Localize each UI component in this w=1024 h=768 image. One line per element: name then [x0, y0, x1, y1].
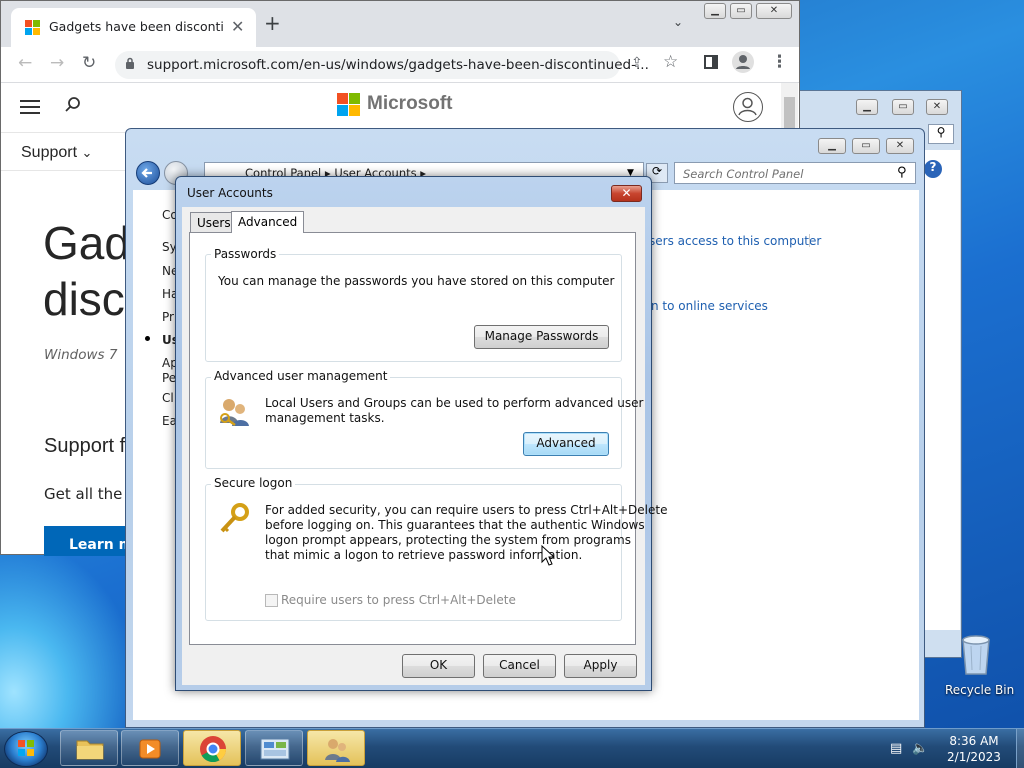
- bookmark-star-icon[interactable]: ☆: [663, 54, 678, 71]
- clock-time: 8:36 AM: [949, 734, 999, 748]
- tab-advanced[interactable]: Advanced: [231, 211, 305, 233]
- taskbar-user-accounts-button[interactable]: [307, 730, 365, 766]
- minimize-button[interactable]: ▁: [704, 3, 726, 19]
- secure-logon-line-3: logon prompt appears, protecting the sys…: [265, 533, 631, 547]
- site-search-icon[interactable]: [64, 96, 82, 117]
- passwords-description: You can manage the passwords you have st…: [218, 274, 615, 288]
- section-heading: Support f: [44, 435, 126, 457]
- maximize-button[interactable]: ▭: [892, 99, 914, 115]
- taskbar-explorer-button[interactable]: [60, 730, 118, 766]
- close-button[interactable]: ✕: [756, 3, 792, 19]
- start-button[interactable]: [4, 731, 48, 767]
- taskbar-control-panel-button[interactable]: [245, 730, 303, 766]
- page-title-line-1: Gad: [43, 217, 130, 269]
- profile-icon[interactable]: [732, 51, 754, 73]
- product-label: Windows 7: [44, 347, 118, 363]
- search-placeholder: Search Control Panel: [683, 167, 804, 181]
- online-services-link[interactable]: n to online services: [651, 299, 768, 313]
- sidebar-item[interactable]: Pr: [162, 310, 174, 324]
- support-label: Support: [21, 144, 78, 161]
- reload-icon[interactable]: ↻: [82, 55, 96, 72]
- divider: [809, 234, 810, 247]
- advanced-mgmt-description-line-2: management tasks.: [265, 411, 385, 425]
- manage-passwords-button[interactable]: Manage Passwords: [474, 325, 609, 349]
- user-accounts-link[interactable]: sers access to this computer: [649, 234, 821, 248]
- clock-date: 2/1/2023: [947, 750, 1001, 764]
- key-icon: [217, 502, 251, 536]
- microsoft-logo-icon[interactable]: [337, 93, 361, 117]
- close-button[interactable]: ✕: [926, 99, 948, 115]
- search-input[interactable]: Search Control Panel ⚲: [674, 162, 916, 184]
- search-icon[interactable]: ⚲: [897, 165, 907, 180]
- wallpaper-swoosh: [0, 540, 140, 730]
- share-icon[interactable]: ⇪: [631, 55, 643, 72]
- passwords-group-label: Passwords: [211, 247, 280, 261]
- sidebar-item[interactable]: Cl: [162, 391, 174, 405]
- chevron-down-icon: ⌄: [81, 145, 93, 160]
- back-arrow-icon[interactable]: [136, 161, 160, 185]
- dialog-close-button[interactable]: ✕: [611, 185, 642, 202]
- current-item-bullet: [145, 336, 150, 341]
- tab-close-icon[interactable]: ✕: [231, 17, 244, 36]
- back-icon[interactable]: ←: [18, 55, 32, 72]
- maximize-button[interactable]: ▭: [730, 3, 752, 19]
- page-title-line-2: disc: [43, 273, 125, 325]
- recycle-bin-label[interactable]: Recycle Bin: [945, 683, 1014, 697]
- search-icon[interactable]: ⚲: [928, 124, 954, 144]
- support-menu[interactable]: Support ⌄: [21, 144, 92, 162]
- users-group-icon: [217, 396, 251, 428]
- minimize-button[interactable]: ▁: [818, 138, 846, 154]
- tab-title: Gadgets have been discontinued: [49, 19, 224, 34]
- apply-button[interactable]: Apply: [564, 654, 637, 678]
- secure-logon-group-label: Secure logon: [211, 476, 296, 490]
- cancel-button[interactable]: Cancel: [483, 654, 556, 678]
- url-text: support.microsoft.com/en-us/windows/gadg…: [147, 57, 649, 73]
- side-panel-icon[interactable]: [704, 55, 718, 69]
- ok-button[interactable]: OK: [402, 654, 475, 678]
- secure-logon-line-1: For added security, you can require user…: [265, 503, 668, 517]
- section-paragraph: Get all the f: [44, 485, 133, 503]
- brand-name[interactable]: Microsoft: [367, 93, 453, 115]
- taskbar-media-player-button[interactable]: [121, 730, 179, 766]
- menu-kebab-icon[interactable]: ⋮: [771, 54, 788, 71]
- secure-logon-line-4: that mimic a logon to retrieve password …: [265, 548, 583, 562]
- site-header: Microsoft: [1, 83, 799, 133]
- dialog-title: User Accounts: [187, 186, 273, 200]
- advanced-mgmt-description-line-1: Local Users and Groups can be used to pe…: [265, 396, 644, 410]
- page-title: Gad disc: [43, 215, 130, 327]
- minimize-button[interactable]: ▁: [856, 99, 878, 115]
- tab-search-icon[interactable]: ⌄: [673, 15, 683, 29]
- close-button[interactable]: ✕: [886, 138, 914, 154]
- recycle-bin-icon[interactable]: [958, 632, 994, 676]
- help-icon[interactable]: ?: [924, 160, 942, 178]
- maximize-button[interactable]: ▭: [852, 138, 880, 154]
- show-desktop-button[interactable]: [1016, 729, 1024, 768]
- mouse-cursor-icon: [541, 544, 556, 569]
- tab-strip: Gadgets have been discontinued ✕ + ⌄ ▁ ▭…: [1, 1, 799, 47]
- advanced-mgmt-group-label: Advanced user management: [211, 369, 391, 383]
- ctrl-alt-delete-checkbox[interactable]: [265, 594, 278, 607]
- ctrl-alt-delete-checkbox-label[interactable]: Require users to press Ctrl+Alt+Delete: [281, 593, 516, 607]
- browser-tab[interactable]: Gadgets have been discontinued ✕: [11, 8, 256, 47]
- forward-icon[interactable]: →: [50, 55, 64, 72]
- account-icon[interactable]: [733, 92, 763, 122]
- network-icon[interactable]: ▤: [890, 741, 902, 756]
- taskbar-chrome-button[interactable]: [183, 730, 241, 766]
- lock-icon: [125, 57, 135, 70]
- address-bar[interactable]: support.microsoft.com/en-us/windows/gadg…: [115, 51, 649, 79]
- clock[interactable]: 8:36 AM 2/1/2023: [930, 733, 1018, 765]
- new-tab-button[interactable]: +: [264, 13, 281, 33]
- secure-logon-line-2: before logging on. This guarantees that …: [265, 518, 645, 532]
- hamburger-menu-icon[interactable]: [20, 100, 40, 114]
- microsoft-favicon-icon: [25, 20, 41, 36]
- browser-toolbar: ← → ↻ support.microsoft.com/en-us/window…: [1, 47, 799, 83]
- volume-icon[interactable]: 🔈: [912, 741, 928, 756]
- advanced-button[interactable]: Advanced: [523, 432, 609, 456]
